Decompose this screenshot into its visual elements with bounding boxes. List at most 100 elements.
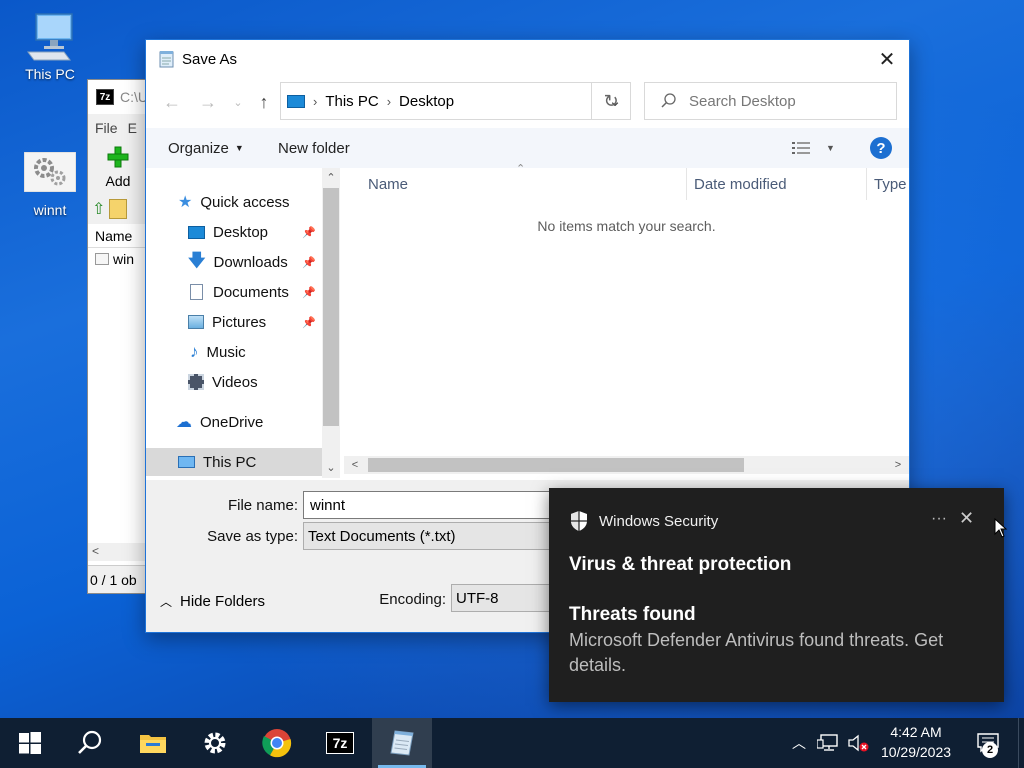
empty-message: No items match your search.	[537, 218, 716, 234]
ellipsis-icon: ···	[931, 510, 947, 527]
up-folder-icon[interactable]: ⇧	[92, 199, 105, 219]
toast-close-button[interactable]: ✕	[959, 508, 974, 529]
chevron-right-icon[interactable]: ›	[313, 94, 317, 109]
column-header-type[interactable]: Type	[874, 168, 907, 200]
nav-quick-access[interactable]: ★ Quick access	[146, 188, 322, 216]
column-header-date[interactable]: Date modified	[694, 168, 787, 200]
windows-logo-icon	[19, 732, 41, 754]
address-bar[interactable]: › This PC › Desktop ⌄	[280, 82, 631, 120]
search-input[interactable]: Search Desktop	[644, 82, 897, 120]
nav-label: Music	[206, 343, 246, 361]
clock-date: 10/29/2023	[880, 744, 952, 760]
file-name-label: File name:	[227, 497, 298, 514]
file-explorer-button[interactable]	[123, 718, 183, 768]
chevron-up-icon: ︿	[160, 595, 173, 609]
nav-label: Pictures	[212, 313, 267, 331]
more-options-button[interactable]: ···	[931, 510, 947, 528]
encoding-select[interactable]: UTF-8	[451, 584, 561, 612]
search-button[interactable]	[60, 718, 120, 768]
column-divider[interactable]	[866, 168, 867, 200]
chevron-right-icon[interactable]: ›	[387, 94, 391, 109]
video-icon	[188, 374, 204, 390]
plus-icon	[107, 146, 129, 168]
close-button[interactable]: ✕	[865, 40, 909, 78]
settings-button[interactable]	[185, 718, 245, 768]
show-hidden-icons-button[interactable]: ︿	[786, 718, 812, 768]
new-folder-button[interactable]: New folder	[278, 128, 350, 168]
action-center-button[interactable]: 2	[968, 718, 1008, 768]
dialog-titlebar[interactable]: Save As	[146, 40, 909, 78]
arrow-up-icon: ↑	[259, 91, 269, 112]
security-notification[interactable]: Windows Security ··· ✕ Virus & threat pr…	[549, 488, 1004, 702]
save-type-select[interactable]: Text Documents (*.txt)	[303, 522, 563, 550]
desktop-icon-this-pc[interactable]: This PC	[14, 12, 86, 82]
nav-label: Desktop	[213, 223, 269, 241]
file-horizontal-scrollbar[interactable]: < >	[344, 456, 909, 474]
clock-time: 4:42 AM	[890, 724, 942, 740]
navigation-pane[interactable]: ★ Quick access Desktop 📌 🡇 Downloads 📌 D…	[146, 168, 342, 478]
show-desktop-button[interactable]	[1018, 718, 1024, 768]
hide-folders-button[interactable]: ︿ Hide Folders	[160, 593, 265, 610]
view-options-button[interactable]: ▼	[792, 128, 835, 168]
add-button[interactable]: Add	[98, 146, 138, 189]
organize-button[interactable]: Organize ▼	[168, 128, 244, 168]
forward-button[interactable]: →	[194, 82, 222, 122]
column-divider[interactable]	[686, 168, 687, 200]
nav-pictures[interactable]: Pictures 📌	[146, 308, 322, 336]
nav-music[interactable]: ♪ Music	[146, 338, 322, 366]
start-button[interactable]	[0, 718, 60, 768]
scroll-right-icon[interactable]: >	[889, 456, 907, 474]
menu-edit[interactable]: E	[128, 120, 137, 136]
nav-onedrive[interactable]: ☁ OneDrive	[146, 408, 322, 436]
arrow-left-icon: ←	[163, 91, 181, 112]
nav-videos[interactable]: Videos	[146, 368, 322, 396]
7zip-button[interactable]: 7z	[310, 718, 370, 768]
desktop-icon-winnt[interactable]: winnt	[14, 151, 86, 218]
menu-file[interactable]: File	[95, 120, 118, 136]
nav-documents[interactable]: Documents 📌	[146, 278, 322, 306]
scroll-left-icon[interactable]: <	[346, 456, 364, 474]
help-button[interactable]: ?	[870, 137, 892, 159]
breadcrumb-desktop[interactable]: Desktop	[399, 93, 454, 110]
caret-down-icon: ▼	[234, 143, 244, 153]
notification-count-badge: 2	[982, 742, 998, 758]
nav-label: Quick access	[200, 193, 290, 211]
folder-icon	[109, 199, 128, 219]
clock[interactable]: 4:42 AM 10/29/2023	[868, 722, 964, 762]
nav-desktop[interactable]: Desktop 📌	[146, 218, 322, 246]
add-label: Add	[105, 173, 131, 189]
recent-locations-button[interactable]: ⌄	[224, 82, 252, 122]
notepad-icon	[159, 51, 174, 68]
notepad-button[interactable]	[372, 718, 432, 768]
notepad-icon	[390, 730, 414, 756]
scroll-up-icon[interactable]: ⌃	[322, 168, 340, 186]
refresh-button[interactable]: ↻	[591, 82, 631, 120]
column-header-name[interactable]: Name	[368, 168, 408, 200]
scroll-thumb[interactable]	[368, 458, 744, 472]
pin-icon: 📌	[302, 316, 316, 329]
nav-downloads[interactable]: 🡇 Downloads 📌	[146, 248, 322, 276]
col-name[interactable]: Name	[95, 228, 132, 244]
computer-icon	[178, 456, 195, 468]
scroll-thumb[interactable]	[323, 188, 339, 426]
file-name-field[interactable]: winnt	[303, 491, 563, 519]
toast-body[interactable]: Microsoft Defender Antivirus found threa…	[569, 628, 989, 678]
desktop-icon-label: winnt	[33, 202, 67, 218]
nav-vertical-scrollbar[interactable]: ⌃ ⌄	[322, 168, 340, 478]
arrow-right-icon: →	[199, 91, 217, 112]
chevron-down-icon: ⌄	[233, 96, 243, 109]
back-button[interactable]: ←	[158, 82, 186, 122]
nav-this-pc[interactable]: This PC	[146, 448, 322, 476]
nav-label: OneDrive	[200, 413, 264, 431]
file-list-pane[interactable]: ⌃ Name Date modified Type No items match…	[344, 163, 909, 478]
scroll-down-icon[interactable]: ⌄	[322, 458, 340, 476]
command-bar: Organize ▼ New folder ▼ ?	[146, 128, 909, 168]
scroll-left-icon[interactable]: <	[92, 544, 99, 558]
chrome-button[interactable]	[247, 718, 307, 768]
settings-file-icon	[23, 151, 77, 196]
7zip-title: C:\U	[120, 89, 148, 105]
network-button[interactable]	[814, 718, 842, 768]
breadcrumb-this-pc[interactable]: This PC	[325, 93, 378, 110]
refresh-icon: ↻	[603, 90, 619, 111]
up-button[interactable]: ↑	[250, 82, 278, 122]
